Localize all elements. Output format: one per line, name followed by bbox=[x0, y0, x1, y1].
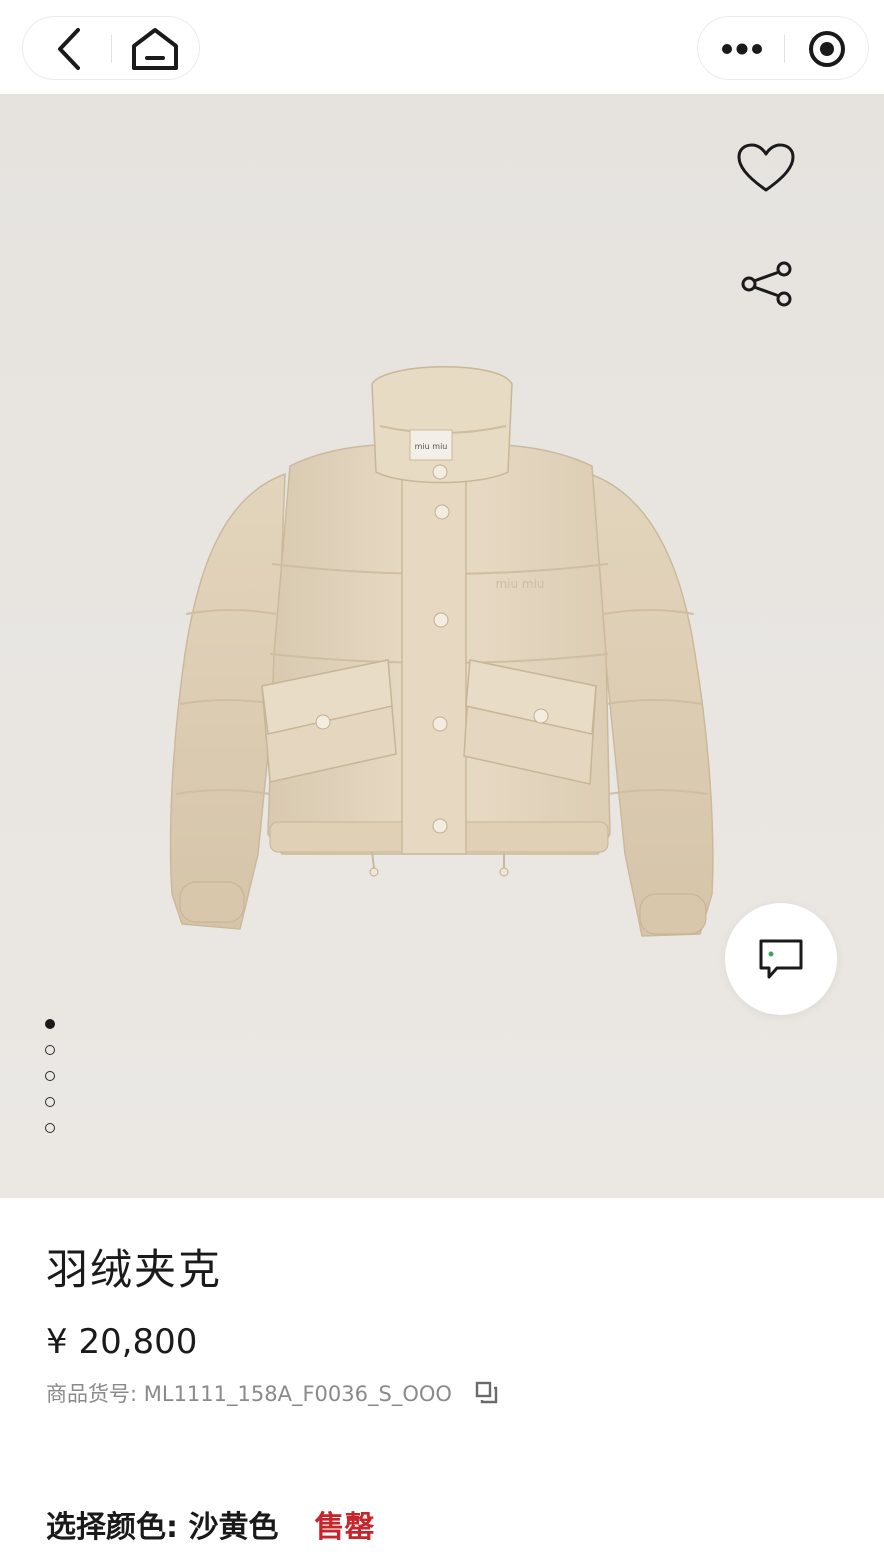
product-sku: 商品货号: ML1111_158A_F0036_S_OOO bbox=[46, 1378, 500, 1408]
color-label: 选择颜色: 沙黄色 bbox=[46, 1510, 279, 1545]
miniapp-capsule bbox=[697, 16, 869, 80]
gallery-dot-3[interactable] bbox=[45, 1071, 55, 1081]
share-button[interactable] bbox=[740, 260, 794, 312]
gallery-dot-1[interactable] bbox=[45, 1019, 55, 1029]
home-button[interactable] bbox=[119, 17, 191, 81]
color-selector[interactable]: 选择颜色: 沙黄色 售罄 bbox=[46, 1502, 374, 1546]
heart-icon bbox=[737, 143, 795, 192]
jacket-tag-text: miu miu bbox=[415, 442, 448, 451]
gallery-dot-5[interactable] bbox=[45, 1123, 55, 1133]
chevron-left-icon bbox=[58, 28, 80, 70]
favorite-button[interactable] bbox=[736, 142, 796, 198]
target-circle-icon bbox=[809, 31, 845, 67]
gallery-dot-2[interactable] bbox=[45, 1045, 55, 1055]
gallery-pagination bbox=[45, 1019, 59, 1149]
copy-sku-button[interactable] bbox=[474, 1380, 500, 1406]
copy-icon bbox=[475, 1381, 498, 1404]
top-navigation-bar bbox=[0, 0, 884, 94]
chat-bubble-icon bbox=[759, 939, 803, 979]
share-icon bbox=[741, 261, 792, 307]
jacket-chest-logo: miu miu bbox=[495, 577, 544, 591]
sku-text: 商品货号: ML1111_158A_F0036_S_OOO bbox=[46, 1382, 452, 1406]
more-button[interactable] bbox=[706, 17, 778, 81]
product-title: 羽绒夹克 bbox=[46, 1245, 223, 1294]
home-icon bbox=[132, 28, 178, 70]
product-price: ¥ 20,800 bbox=[46, 1322, 198, 1362]
more-dots-icon bbox=[722, 43, 762, 55]
close-miniapp-button[interactable] bbox=[792, 17, 862, 81]
gallery-dot-4[interactable] bbox=[45, 1097, 55, 1107]
back-button[interactable] bbox=[33, 17, 105, 81]
product-image-gallery[interactable]: miu miu miu miu bbox=[0, 94, 884, 1198]
sold-out-badge: 售罄 bbox=[314, 1510, 375, 1545]
customer-service-button[interactable] bbox=[725, 903, 837, 1015]
nav-capsule bbox=[22, 16, 200, 80]
